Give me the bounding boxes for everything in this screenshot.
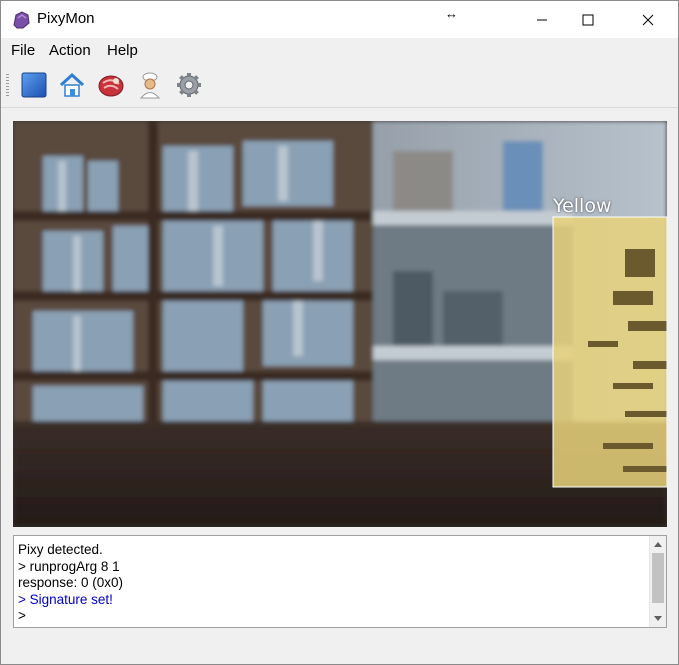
chef-icon xyxy=(139,72,161,99)
console-output[interactable]: Pixy detected. > runprogArg 8 1 response… xyxy=(13,535,667,628)
console-line-highlight: > Signature set! xyxy=(18,591,113,607)
menu-bar: File Action Help xyxy=(1,38,678,64)
close-icon xyxy=(642,14,654,25)
blob-signature-label: Yellow xyxy=(553,195,612,217)
home-icon xyxy=(59,72,85,97)
maximize-button[interactable] xyxy=(565,1,611,38)
gear-icon xyxy=(177,73,201,97)
scroll-down-button[interactable] xyxy=(650,611,666,627)
minimize-icon xyxy=(537,19,547,20)
console-lines: Pixy detected. > runprogArg 8 1 response… xyxy=(18,542,123,625)
camera-image xyxy=(13,121,667,527)
resize-cursor-icon: ↔ xyxy=(445,6,458,21)
raw-video-button[interactable] xyxy=(96,70,126,100)
console-line: response: 0 (0x0) xyxy=(18,575,124,590)
minimize-button[interactable] xyxy=(519,1,565,38)
run-stop-button[interactable] xyxy=(19,70,49,100)
home-button[interactable] xyxy=(57,70,87,100)
maximize-icon xyxy=(582,14,594,25)
cooked-video-button[interactable] xyxy=(135,70,165,100)
toolbar xyxy=(1,64,678,108)
chevron-down-icon xyxy=(654,616,662,621)
pixymon-window: PixyMon ↔ File Action Help Yellow Pixy d… xyxy=(0,0,679,665)
menu-action[interactable]: Action xyxy=(49,42,91,59)
menu-file[interactable]: File xyxy=(11,42,35,59)
title-bar[interactable]: PixyMon ↔ xyxy=(1,1,678,38)
window-title: PixyMon xyxy=(37,10,95,27)
console-line: Pixy detected. xyxy=(18,542,103,557)
chevron-up-icon xyxy=(654,542,662,547)
console-line: > runprogArg 8 1 xyxy=(18,558,120,574)
configure-button[interactable] xyxy=(174,70,204,100)
pixymon-app-icon xyxy=(10,9,32,31)
raw-video-icon xyxy=(98,75,124,97)
console-prompt[interactable]: > xyxy=(18,608,123,625)
menu-help[interactable]: Help xyxy=(107,42,138,59)
scroll-thumb[interactable] xyxy=(652,553,664,603)
toolbar-grip[interactable] xyxy=(6,74,9,98)
console-scrollbar[interactable] xyxy=(649,536,666,627)
video-frame[interactable]: Yellow xyxy=(13,121,667,527)
scroll-up-button[interactable] xyxy=(650,536,666,552)
close-button[interactable] xyxy=(625,1,671,38)
run-stop-icon xyxy=(21,72,47,98)
